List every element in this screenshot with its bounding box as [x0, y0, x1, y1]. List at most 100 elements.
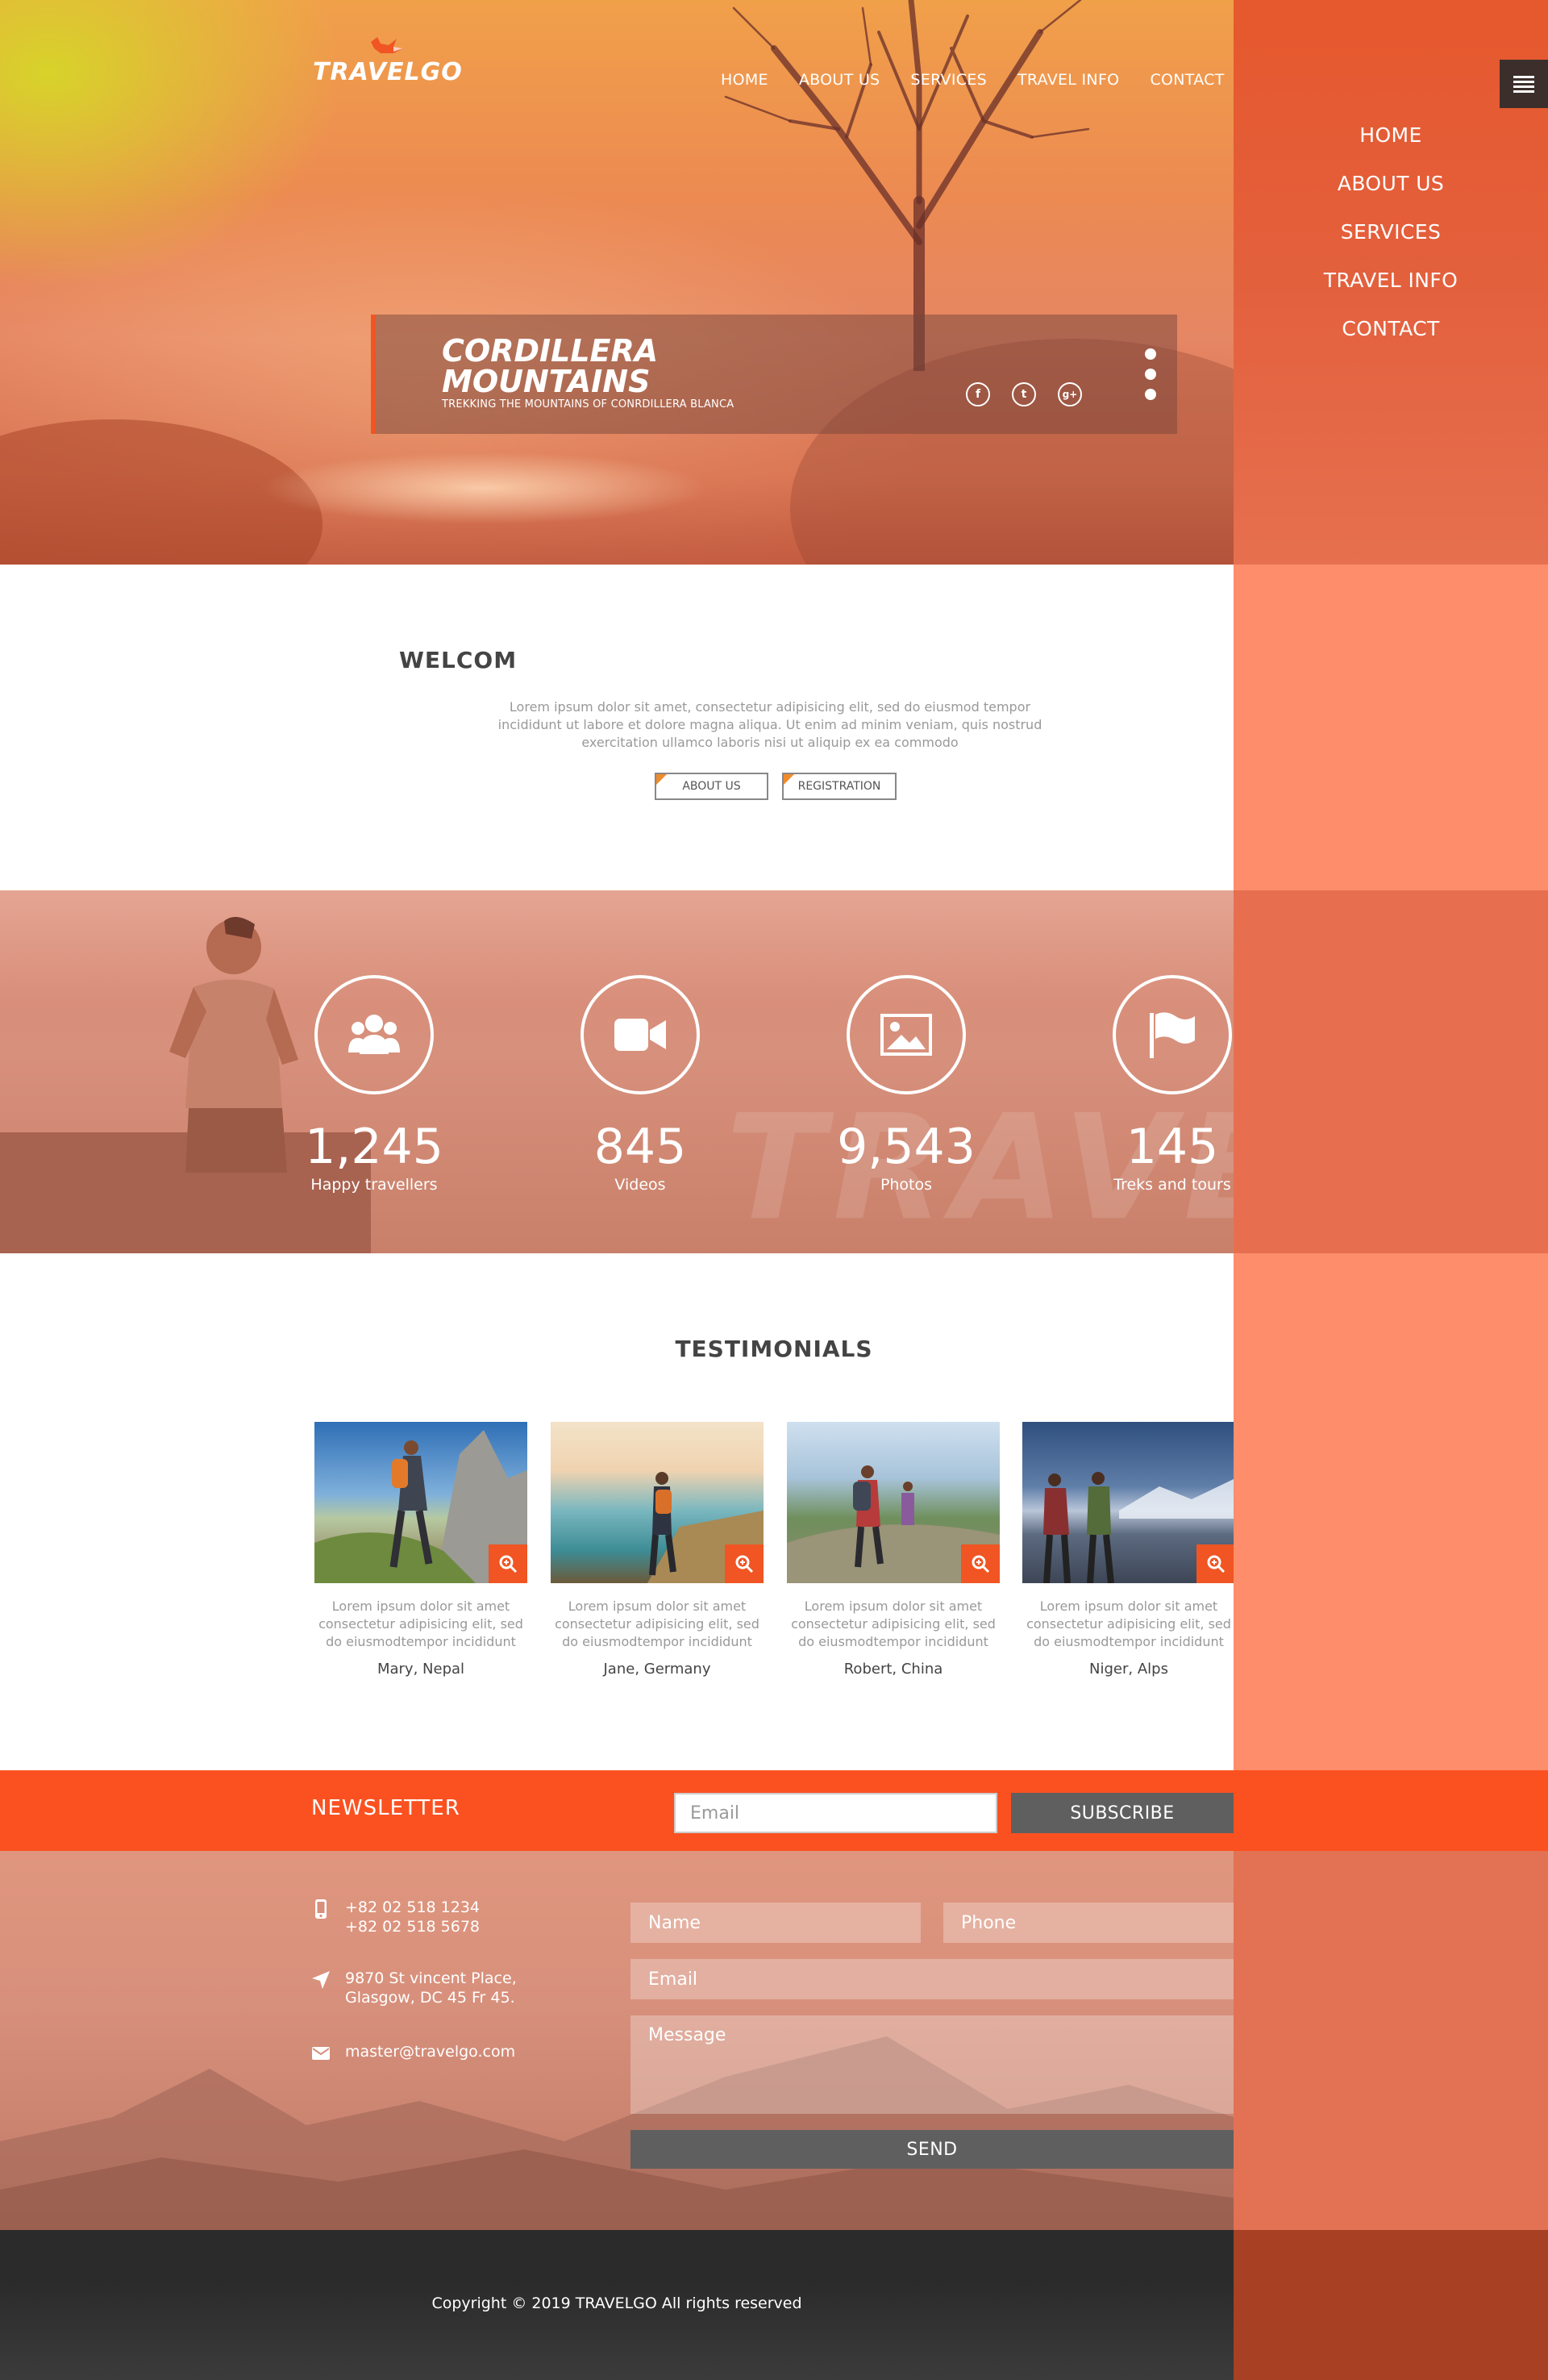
- side-menu: HOME ABOUT US SERVICES TRAVEL INFO CONTA…: [1234, 111, 1548, 353]
- panel-segment: [1234, 890, 1548, 1253]
- phone-lines: +82 02 518 1234 +82 02 518 5678: [345, 1898, 480, 1936]
- side-menu-contact[interactable]: CONTACT: [1234, 305, 1548, 353]
- logo[interactable]: TRAVELGO: [313, 31, 474, 87]
- image-icon: [880, 1014, 932, 1056]
- side-menu-travel-info[interactable]: TRAVEL INFO: [1234, 256, 1548, 305]
- envelope-icon: [312, 2047, 330, 2060]
- phone-secondary: +82 02 518 5678: [345, 1918, 481, 1936]
- zoom-in-icon: [972, 1555, 990, 1573]
- users-icon: [348, 1015, 400, 1054]
- testimonial-text: Lorem ipsum dolor sit amet consectetur a…: [791, 1598, 996, 1649]
- testimonial-text: Lorem ipsum dolor sit amet consectetur a…: [318, 1598, 523, 1649]
- side-menu-panel: [1234, 0, 1548, 2380]
- hero-section: TRAVELGO HOME ABOUT US SERVICES TRAVEL I…: [0, 0, 1234, 565]
- stat-label: Photos: [880, 1176, 933, 1194]
- facebook-icon[interactable]: f: [966, 382, 990, 406]
- testimonial-author: Mary, Nepal: [377, 1661, 465, 1678]
- about-us-button[interactable]: ABOUT US: [655, 773, 768, 800]
- flag-icon: [1150, 1012, 1195, 1058]
- side-menu-home[interactable]: HOME: [1234, 111, 1548, 160]
- stats-section: TRAVELGO 1,245 Happy travellers 845 Vide…: [0, 890, 1234, 1253]
- address-line-2: Glasgow, DC 45 Fr 45.: [345, 1989, 515, 2007]
- zoom-in-icon: [1207, 1555, 1226, 1573]
- panel-segment: [1234, 2230, 1548, 2380]
- send-button[interactable]: SEND: [630, 2130, 1234, 2169]
- twitter-icon[interactable]: t: [1012, 382, 1036, 406]
- side-menu-about-us[interactable]: ABOUT US: [1234, 160, 1548, 208]
- registration-button[interactable]: REGISTRATION: [782, 773, 897, 800]
- video-camera-icon: [614, 1019, 666, 1051]
- slider-dot[interactable]: [1145, 369, 1156, 380]
- testimonial-photo[interactable]: [1022, 1422, 1235, 1583]
- nav-travel-info[interactable]: TRAVEL INFO: [1017, 71, 1119, 89]
- address-line-1: 9870 St vincent Place,: [345, 1969, 517, 1987]
- stat-circle: [580, 975, 700, 1094]
- testimonial-text: Lorem ipsum dolor sit amet consectetur a…: [1026, 1598, 1231, 1649]
- newsletter-email-input[interactable]: [674, 1793, 997, 1833]
- name-field[interactable]: [630, 1903, 921, 1943]
- phone-primary: +82 02 518 1234: [345, 1899, 481, 1916]
- newsletter-bar: NEWSLETTER SUBSCRIBE: [0, 1770, 1234, 1851]
- corner-accent: [784, 774, 794, 785]
- testimonial-author: Robert, China: [843, 1661, 943, 1678]
- email-address[interactable]: master@travelgo.com: [345, 2042, 515, 2061]
- stat-label: Happy travellers: [310, 1176, 438, 1194]
- stat-circle: [1113, 975, 1232, 1094]
- page: TRAVELGO HOME ABOUT US SERVICES TRAVEL I…: [0, 0, 1548, 2380]
- stat-label: Treks and tours: [1113, 1176, 1231, 1194]
- stat-circle: [314, 975, 434, 1094]
- about-us-button-label: ABOUT US: [682, 780, 741, 793]
- menu-line: [1513, 76, 1534, 78]
- copyright-text: Copyright © 2019 TRAVELGO All rights res…: [431, 2295, 802, 2312]
- testimonial-author: Jane, Germany: [603, 1661, 711, 1678]
- slider-dot[interactable]: [1145, 348, 1156, 360]
- testimonial-photo[interactable]: [551, 1422, 764, 1583]
- panel-segment: [1234, 565, 1548, 890]
- stat-value: 145: [1126, 1119, 1219, 1175]
- nav-services[interactable]: SERVICES: [910, 71, 987, 89]
- top-nav: HOME ABOUT US SERVICES TRAVEL INFO CONTA…: [721, 71, 1225, 89]
- zoom-in-icon: [735, 1555, 754, 1573]
- stat-value: 845: [593, 1119, 687, 1175]
- zoom-button[interactable]: [1196, 1544, 1235, 1583]
- email-field[interactable]: [630, 1959, 1234, 1999]
- slider-dot[interactable]: [1145, 389, 1156, 400]
- menu-line: [1513, 85, 1534, 88]
- nav-contact[interactable]: CONTACT: [1150, 71, 1224, 89]
- hero-river: [258, 452, 710, 524]
- testimonial-photo[interactable]: [314, 1422, 527, 1583]
- stat-label: Videos: [614, 1176, 666, 1194]
- subscribe-button[interactable]: SUBSCRIBE: [1011, 1793, 1234, 1833]
- contact-section: +82 02 518 1234 +82 02 518 5678 9870 St …: [0, 1851, 1234, 2230]
- testimonial-photo[interactable]: [787, 1422, 1000, 1583]
- phone-field[interactable]: [943, 1903, 1234, 1943]
- zoom-in-icon: [499, 1555, 518, 1573]
- testimonial-text: Lorem ipsum dolor sit amet consectetur a…: [555, 1598, 759, 1649]
- panel-segment: [1234, 1770, 1548, 1851]
- fox-logo-icon: [371, 37, 403, 53]
- registration-button-label: REGISTRATION: [797, 780, 881, 793]
- slide-caption: CORDILLERA MOUNTAINS TREKKING THE MOUNTA…: [371, 315, 1177, 434]
- corner-accent: [656, 774, 667, 785]
- footer: Copyright © 2019 TRAVELGO All rights res…: [0, 2230, 1234, 2380]
- menu-line: [1513, 90, 1534, 93]
- zoom-button[interactable]: [961, 1544, 1000, 1583]
- zoom-button[interactable]: [725, 1544, 764, 1583]
- address-lines: 9870 St vincent Place, Glasgow, DC 45 Fr…: [345, 1969, 517, 2007]
- slide-subtitle: TREKKING THE MOUNTAINS OF CONRDILLERA BL…: [442, 398, 734, 411]
- zoom-button[interactable]: [489, 1544, 527, 1583]
- location-arrow-icon: [312, 1971, 330, 1989]
- message-field[interactable]: [630, 2015, 1234, 2114]
- panel-segment: [1234, 1851, 1548, 2230]
- newsletter-title: NEWSLETTER: [311, 1796, 460, 1820]
- panel-segment: [1234, 1253, 1548, 1770]
- welcome-title: WELCOM: [399, 647, 518, 673]
- testimonial-author: Niger, Alps: [1089, 1661, 1168, 1678]
- welcome-text: Lorem ipsum dolor sit amet, consectetur …: [497, 699, 1042, 750]
- nav-about-us[interactable]: ABOUT US: [799, 71, 880, 89]
- google-plus-icon[interactable]: g+: [1058, 382, 1082, 406]
- hamburger-menu-icon[interactable]: [1500, 60, 1548, 108]
- side-menu-services[interactable]: SERVICES: [1234, 208, 1548, 256]
- nav-home[interactable]: HOME: [721, 71, 768, 89]
- slide-title: CORDILLERA MOUNTAINS: [442, 333, 659, 399]
